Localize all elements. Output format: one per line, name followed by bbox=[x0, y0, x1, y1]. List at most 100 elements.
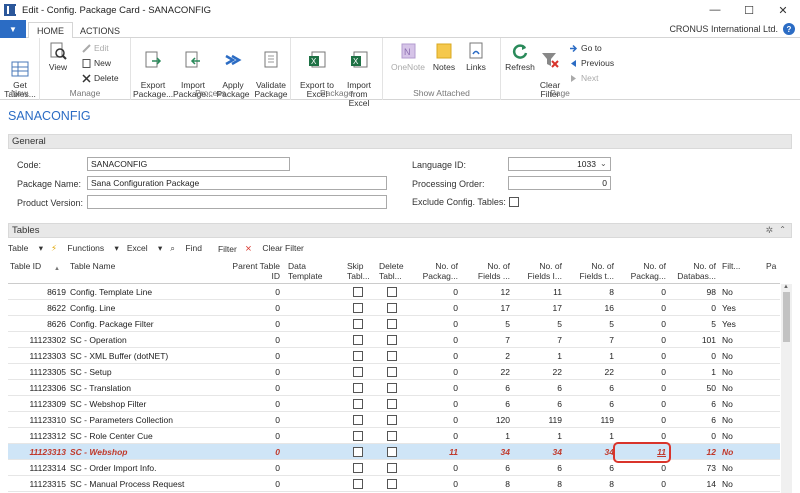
cell-no-of-database-records[interactable]: 5 bbox=[670, 319, 716, 329]
cell-no-of-package-records[interactable]: 0 bbox=[416, 479, 458, 489]
cell-filtered[interactable]: No bbox=[722, 463, 752, 473]
maximize-button[interactable]: ☐ bbox=[732, 0, 766, 20]
cell-no-of-fields-to-validate[interactable]: 119 bbox=[572, 415, 614, 425]
delete-table-checkbox[interactable] bbox=[387, 463, 397, 473]
notes-button[interactable]: Notes bbox=[429, 41, 459, 72]
cell-parent-table-id[interactable]: 0 bbox=[228, 415, 280, 425]
cell-table-name[interactable]: SC - Setup bbox=[70, 367, 220, 377]
cell-no-of-database-records[interactable]: 0 bbox=[670, 431, 716, 441]
skip-table-checkbox[interactable] bbox=[353, 431, 363, 441]
skip-table-checkbox[interactable] bbox=[353, 335, 363, 345]
cell-table-id[interactable]: 11123313 bbox=[10, 447, 66, 457]
cell-no-of-fields-included[interactable]: 17 bbox=[520, 303, 562, 313]
cell-table-id[interactable]: 11123315 bbox=[10, 479, 66, 489]
skip-table-checkbox[interactable] bbox=[353, 303, 363, 313]
cell-no-of-package-errors[interactable]: 0 bbox=[624, 287, 666, 297]
cell-no-of-package-records[interactable]: 11 bbox=[416, 447, 458, 457]
delete-table-checkbox[interactable] bbox=[387, 319, 397, 329]
cell-filtered[interactable]: No bbox=[722, 383, 752, 393]
cell-no-of-fields-available[interactable]: 1 bbox=[468, 431, 510, 441]
col-no-of-fields-included[interactable]: No. of Fields I... bbox=[520, 261, 562, 281]
delete-table-checkbox[interactable] bbox=[387, 447, 397, 457]
cell-no-of-database-records[interactable]: 73 bbox=[670, 463, 716, 473]
cell-table-id[interactable]: 11123302 bbox=[10, 335, 66, 345]
company-name[interactable]: CRONUS International Ltd. bbox=[669, 24, 778, 34]
skip-table-checkbox[interactable] bbox=[353, 415, 363, 425]
cell-no-of-package-records[interactable]: 0 bbox=[416, 367, 458, 377]
delete-table-checkbox[interactable] bbox=[387, 351, 397, 361]
cell-table-id[interactable]: 11123303 bbox=[10, 351, 66, 361]
delete-table-checkbox[interactable] bbox=[387, 479, 397, 489]
delete-button[interactable]: Delete bbox=[82, 72, 119, 84]
scroll-up-icon[interactable]: ▲ bbox=[783, 284, 789, 290]
cell-filtered[interactable]: No bbox=[722, 399, 752, 409]
personalize-gear-icon[interactable]: ✲ bbox=[765, 225, 773, 236]
cell-filtered[interactable]: Yes bbox=[722, 303, 752, 313]
table-row[interactable]: 11123303 SC - XML Buffer (dotNET) 0 0 2 1 1 0 0 N… bbox=[8, 348, 780, 364]
cell-no-of-package-errors[interactable]: 0 bbox=[624, 383, 666, 393]
cell-no-of-package-records[interactable]: 0 bbox=[416, 383, 458, 393]
general-section-header[interactable]: General bbox=[8, 134, 792, 149]
delete-table-checkbox[interactable] bbox=[387, 303, 397, 313]
next-button[interactable]: Next bbox=[569, 72, 598, 84]
previous-button[interactable]: Previous bbox=[569, 57, 614, 69]
cell-filtered[interactable]: No bbox=[722, 287, 752, 297]
delete-table-checkbox[interactable] bbox=[387, 415, 397, 425]
cell-no-of-database-records[interactable]: 101 bbox=[670, 335, 716, 345]
cell-no-of-package-errors[interactable]: 0 bbox=[624, 399, 666, 409]
cell-parent-table-id[interactable]: 0 bbox=[228, 383, 280, 393]
cell-table-name[interactable]: SC - Translation bbox=[70, 383, 220, 393]
cell-parent-table-id[interactable]: 0 bbox=[228, 463, 280, 473]
vertical-scrollbar[interactable]: ▲ bbox=[781, 284, 792, 493]
cell-no-of-package-errors[interactable]: 0 bbox=[624, 431, 666, 441]
cell-table-name[interactable]: SC - Role Center Cue bbox=[70, 431, 220, 441]
cell-table-id[interactable]: 11123314 bbox=[10, 463, 66, 473]
view-button[interactable]: View bbox=[44, 41, 72, 72]
clear-filter-list-button[interactable]: ⨯ Clear Filter bbox=[245, 243, 312, 254]
col-skip-table[interactable]: Skip Tabl... bbox=[347, 261, 370, 281]
cell-no-of-fields-included[interactable]: 6 bbox=[520, 399, 562, 409]
cell-table-name[interactable]: SC - Webshop Filter bbox=[70, 399, 220, 409]
cell-no-of-fields-to-validate[interactable]: 1 bbox=[572, 431, 614, 441]
edit-button[interactable]: Edit bbox=[82, 42, 109, 54]
cell-no-of-fields-to-validate[interactable]: 22 bbox=[572, 367, 614, 377]
cell-no-of-package-errors[interactable]: 0 bbox=[624, 303, 666, 313]
cell-no-of-fields-included[interactable]: 22 bbox=[520, 367, 562, 377]
cell-no-of-fields-included[interactable]: 119 bbox=[520, 415, 562, 425]
product-version-field[interactable] bbox=[87, 195, 387, 209]
cell-no-of-fields-to-validate[interactable]: 16 bbox=[572, 303, 614, 313]
cell-no-of-database-records[interactable]: 14 bbox=[670, 479, 716, 489]
table-row[interactable]: 11123302 SC - Operation 0 0 7 7 7 0 101 No bbox=[8, 332, 780, 348]
table-row[interactable]: 11123306 SC - Translation 0 0 6 6 6 0 50 No bbox=[8, 380, 780, 396]
processing-order-field[interactable]: 0 bbox=[508, 176, 611, 190]
minimize-button[interactable]: — bbox=[698, 0, 732, 20]
cell-no-of-package-errors[interactable]: 0 bbox=[624, 319, 666, 329]
col-table-id[interactable]: Table ID bbox=[10, 261, 41, 271]
cell-no-of-fields-available[interactable]: 7 bbox=[468, 335, 510, 345]
col-data-template[interactable]: Data Template bbox=[288, 261, 323, 281]
cell-parent-table-id[interactable]: 0 bbox=[228, 335, 280, 345]
cell-table-name[interactable]: SC - XML Buffer (dotNET) bbox=[70, 351, 220, 361]
language-id-field[interactable]: 1033 bbox=[508, 157, 611, 171]
cell-table-name[interactable]: SC - Order Import Info. bbox=[70, 463, 220, 473]
col-delete-table[interactable]: Delete Tabl... bbox=[379, 261, 404, 281]
cell-parent-table-id[interactable]: 0 bbox=[228, 287, 280, 297]
filter-button[interactable]: Filter bbox=[218, 244, 237, 254]
cell-no-of-package-records[interactable]: 0 bbox=[416, 351, 458, 361]
col-filtered[interactable]: Filt... bbox=[722, 261, 740, 271]
cell-filtered[interactable]: No bbox=[722, 479, 752, 489]
cell-no-of-fields-to-validate[interactable]: 6 bbox=[572, 399, 614, 409]
cell-no-of-fields-available[interactable]: 34 bbox=[468, 447, 510, 457]
skip-table-checkbox[interactable] bbox=[353, 479, 363, 489]
skip-table-checkbox[interactable] bbox=[353, 287, 363, 297]
cell-no-of-package-errors[interactable]: 0 bbox=[624, 463, 666, 473]
cell-no-of-fields-to-validate[interactable]: 1 bbox=[572, 351, 614, 361]
cell-no-of-package-records[interactable]: 0 bbox=[416, 319, 458, 329]
go-to-button[interactable]: Go to bbox=[569, 42, 602, 54]
cell-parent-table-id[interactable]: 0 bbox=[228, 447, 280, 457]
cell-parent-table-id[interactable]: 0 bbox=[228, 431, 280, 441]
cell-no-of-package-errors[interactable]: 0 bbox=[624, 415, 666, 425]
cell-no-of-fields-to-validate[interactable]: 6 bbox=[572, 463, 614, 473]
table-row[interactable]: 11123310 SC - Parameters Collection 0 0 120 1… bbox=[8, 412, 780, 428]
cell-table-id[interactable]: 11123306 bbox=[10, 383, 66, 393]
